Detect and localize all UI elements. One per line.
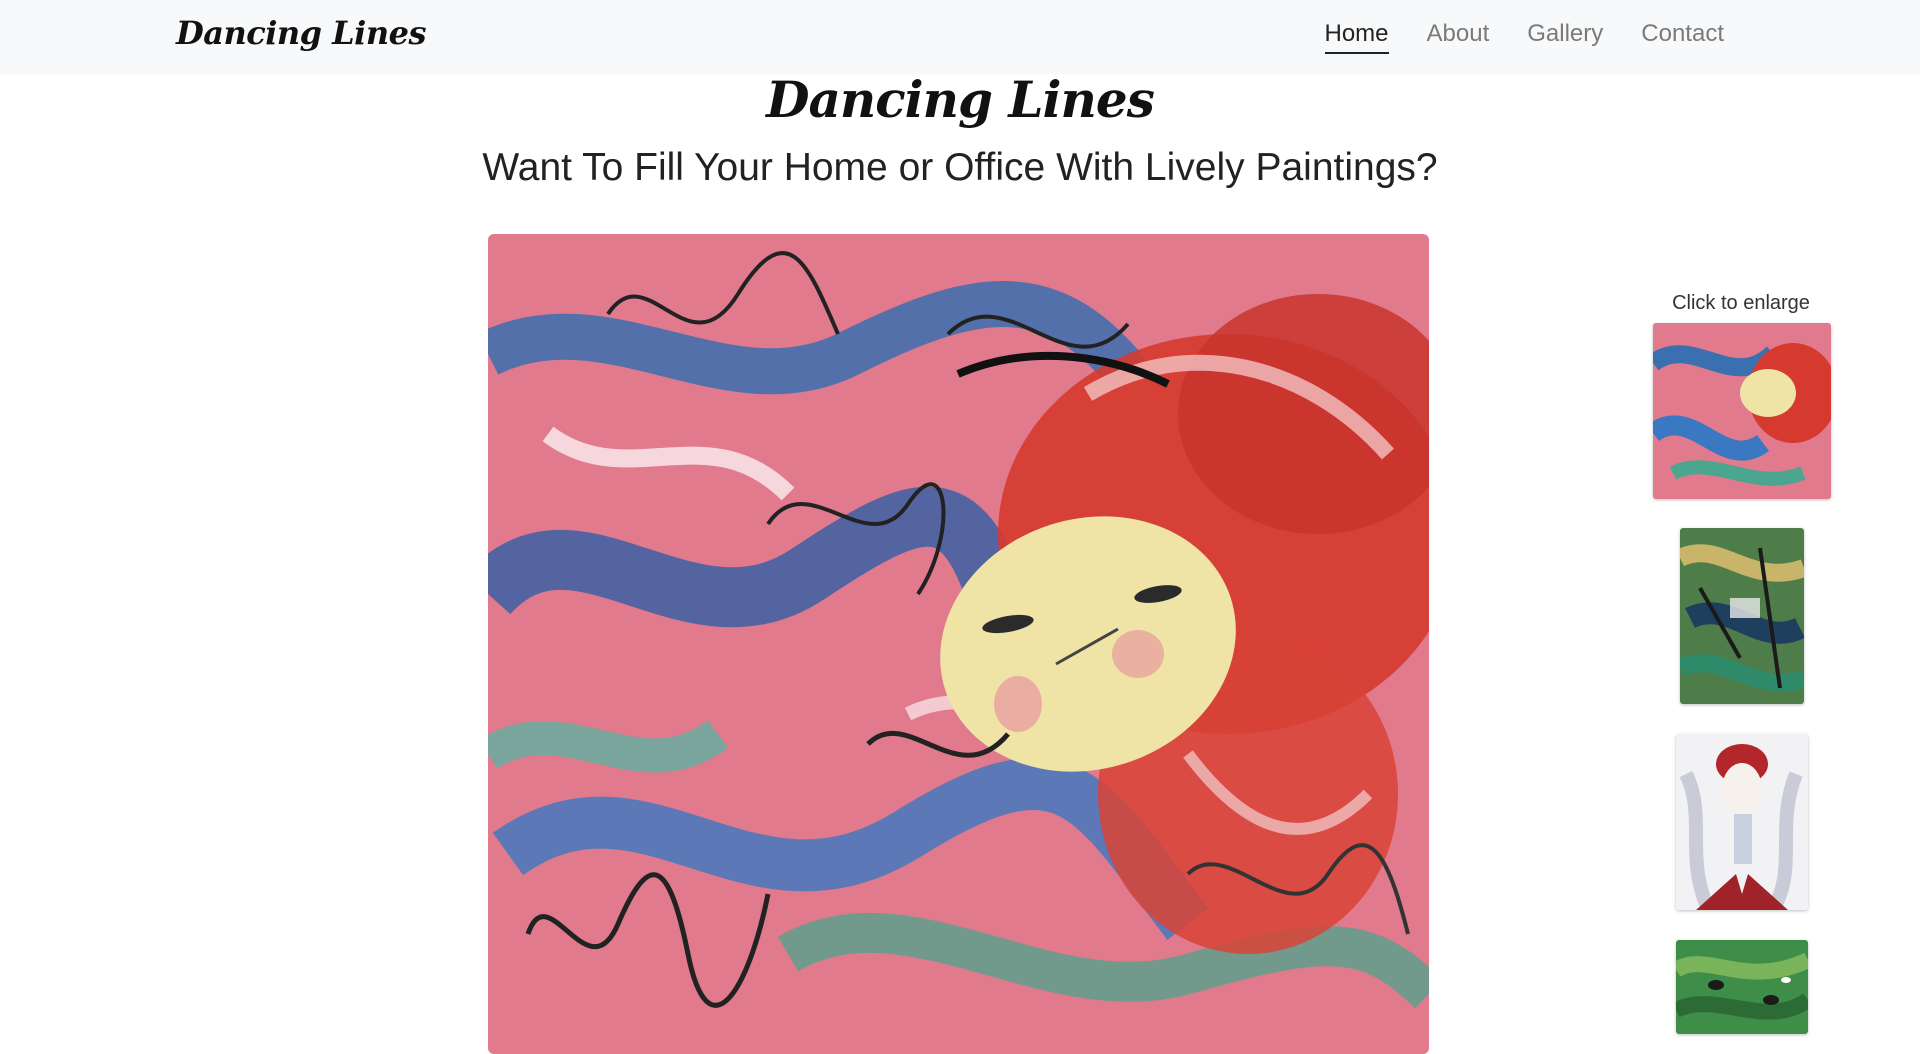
nav-item-gallery: Gallery	[1527, 20, 1603, 54]
nav-links: Home About Gallery Contact	[1324, 20, 1724, 54]
nav-item-home: Home	[1324, 20, 1389, 54]
nav-item-about: About	[1427, 20, 1490, 54]
thumbnail-caption: Click to enlarge	[1672, 292, 1810, 314]
hero-subtitle: Want To Fill Your Home or Office With Li…	[482, 146, 1438, 189]
thumbnail-1[interactable]	[1653, 323, 1831, 499]
thumbnail-2[interactable]	[1680, 528, 1804, 704]
hero-title: Dancing Lines	[766, 70, 1155, 129]
thumbnail-image	[1676, 734, 1808, 910]
thumbnail-image	[1680, 528, 1804, 704]
thumbnail-image	[1676, 940, 1808, 1034]
nav-link-about[interactable]: About	[1427, 20, 1490, 52]
top-navbar: Dancing Lines Home About Gallery Contact	[0, 0, 1920, 74]
thumbnail-3[interactable]	[1676, 734, 1808, 910]
nav-link-home[interactable]: Home	[1324, 20, 1389, 54]
brand-logo[interactable]: Dancing Lines	[176, 14, 426, 52]
nav-link-gallery[interactable]: Gallery	[1527, 20, 1603, 52]
thumbnail-4[interactable]	[1676, 940, 1808, 1034]
painting-image	[488, 234, 1429, 1054]
nav-item-contact: Contact	[1641, 20, 1724, 54]
featured-painting[interactable]	[488, 234, 1429, 1054]
thumbnail-image	[1653, 323, 1831, 499]
nav-link-contact[interactable]: Contact	[1641, 20, 1724, 52]
